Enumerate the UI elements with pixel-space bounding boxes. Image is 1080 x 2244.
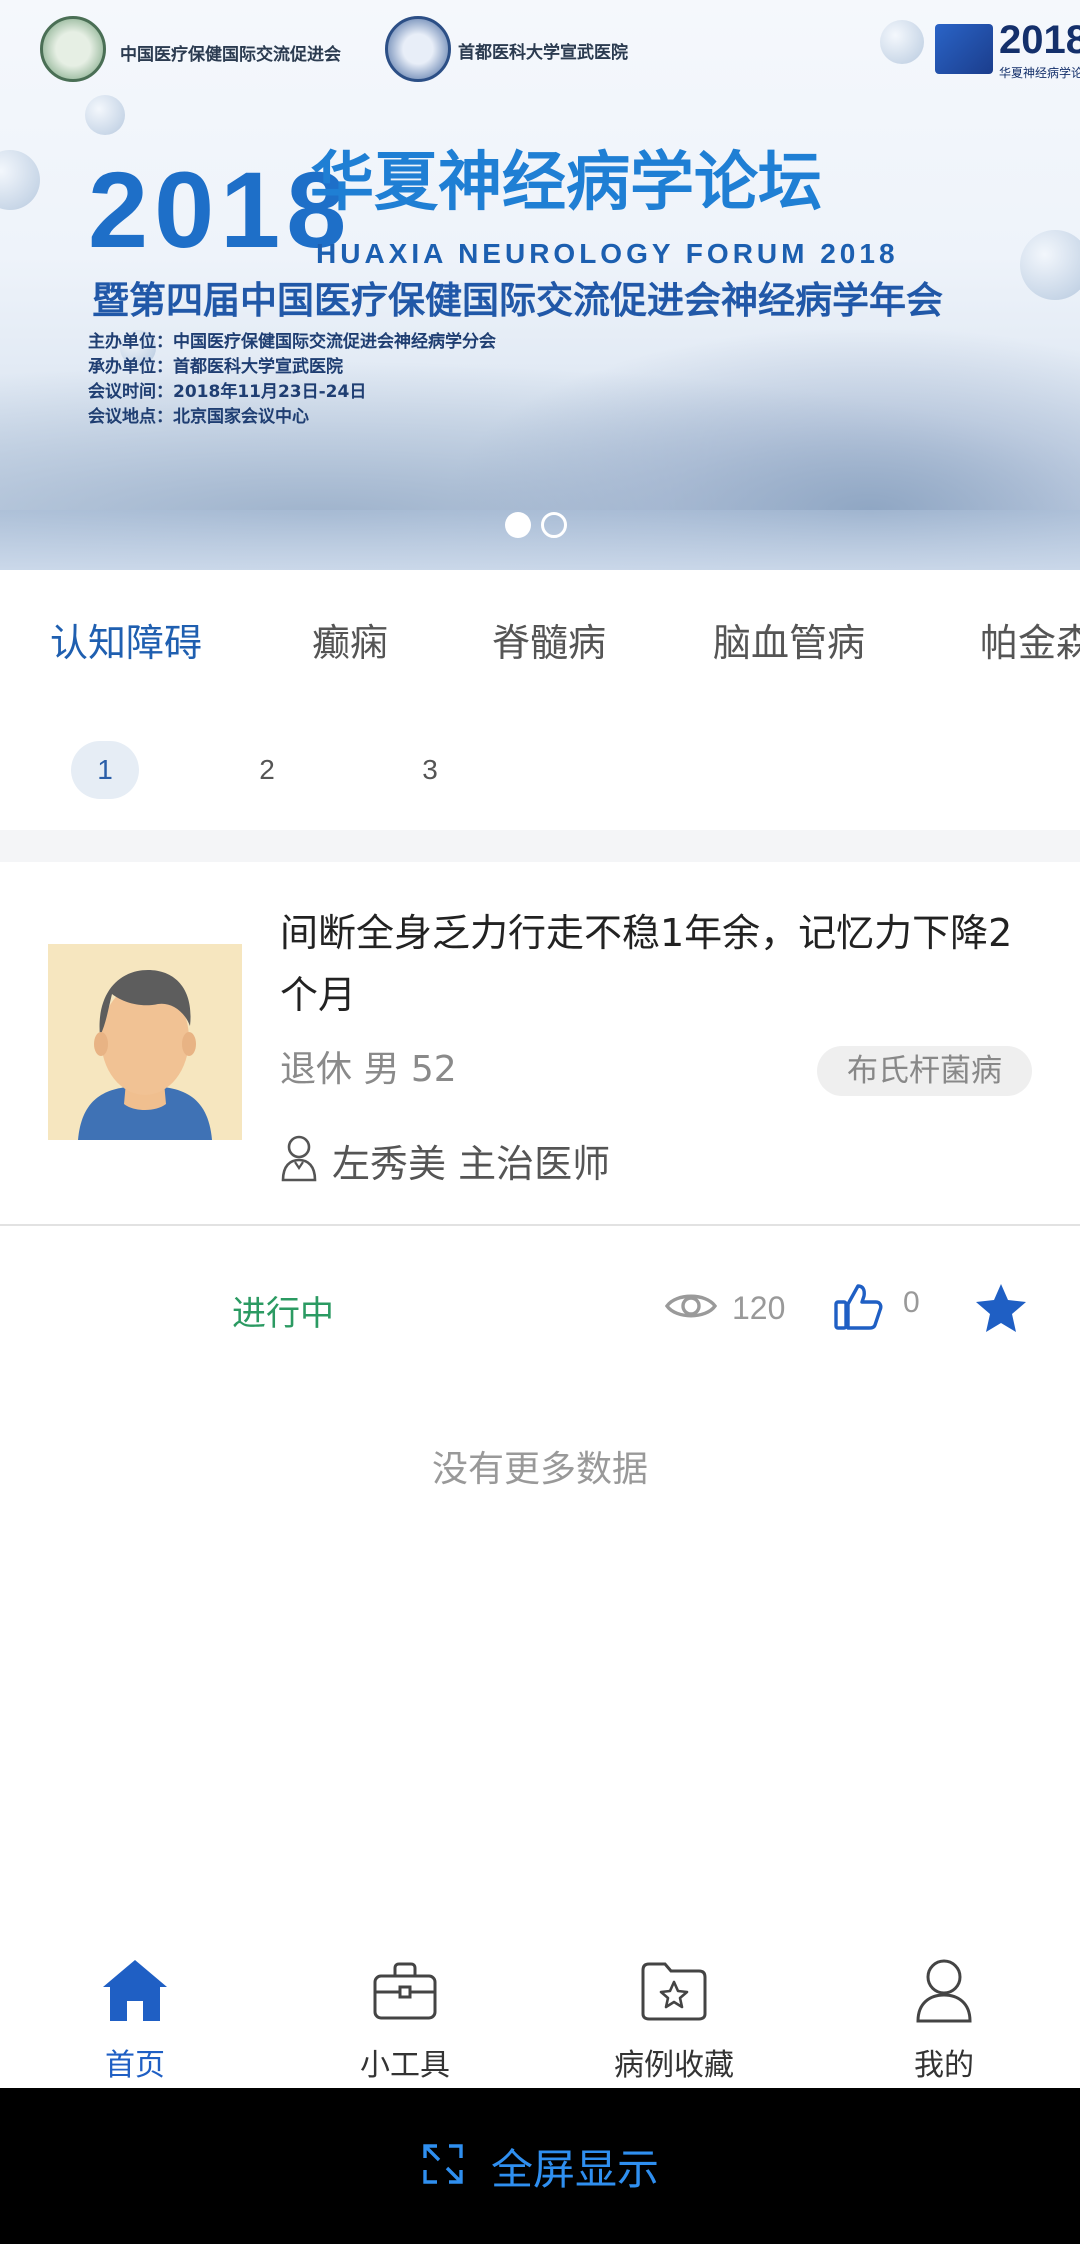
tab-favorites[interactable]: 病例收藏	[574, 1952, 774, 2084]
banner-molecule	[0, 150, 40, 210]
tab-favorites-label: 病例收藏	[614, 2048, 734, 2083]
org1-name: 中国医疗保健国际交流促进会	[120, 45, 341, 65]
tab-home-label: 首页	[105, 2048, 165, 2083]
org1-logo	[40, 16, 106, 82]
case-status-row: 进行中 120 0	[0, 1226, 1080, 1396]
pagination: 1 2 3	[0, 705, 1080, 830]
forum-logo-sub: 华夏神经病学论坛	[999, 66, 1080, 80]
org2-logo	[385, 16, 451, 82]
carousel-dot[interactable]	[541, 512, 567, 538]
category-tab-spinal[interactable]: 脊髓病	[492, 612, 606, 667]
banner-title: 华夏神经病学论坛	[310, 146, 822, 220]
forum-logo-mark	[935, 24, 993, 74]
doctor-name: 左秀美 主治医师	[332, 1141, 611, 1186]
banner-lake	[0, 510, 1080, 570]
banner-molecule	[1020, 230, 1080, 300]
banner-info-line: 主办单位：中国医疗保健国际交流促进会神经病学分会	[88, 332, 496, 352]
view-count: 120	[732, 1290, 786, 1326]
category-tab-cerebrovascular[interactable]: 脑血管病	[713, 612, 865, 667]
tab-tools-label: 小工具	[360, 2048, 450, 2083]
banner-info-line: 承办单位：首都医科大学宣武医院	[88, 357, 343, 377]
fullscreen-button[interactable]: 全屏显示	[0, 2088, 1080, 2244]
briefcase-icon	[371, 1960, 439, 2026]
category-tab-parkinson[interactable]: 帕金森	[980, 612, 1080, 667]
banner-info-line: 会议时间：2018年11月23日-24日	[88, 382, 367, 402]
banner-info: 主办单位：中国医疗保健国际交流促进会神经病学分会 承办单位：首都医科大学宣武医院…	[88, 330, 496, 430]
fullscreen-label: 全屏显示	[490, 2144, 659, 2194]
banner-molecule	[85, 95, 125, 135]
forum-corner-logo: 2018 华夏神经病学论坛	[935, 18, 1080, 88]
tab-tools[interactable]: 小工具	[305, 1952, 505, 2084]
banner-title-en: HUAXIA NEUROLOGY FORUM 2018	[316, 238, 899, 269]
no-more-data: 没有更多数据	[431, 1449, 648, 1490]
org2-name: 首都医科大学宣武医院	[458, 43, 628, 63]
case-title[interactable]: 间断全身乏力行走不稳1年余，记忆力下降2个月	[280, 902, 1040, 1026]
thumbs-up-icon[interactable]	[832, 1280, 884, 1336]
patient-meta: 退休 男 52	[280, 1049, 457, 1090]
banner-carousel[interactable]: 中国医疗保健国际交流促进会 首都医科大学宣武医院 2018 华夏神经病学论坛 2…	[0, 0, 1080, 570]
page-button-1[interactable]: 1	[71, 741, 139, 799]
tab-home[interactable]: 首页	[35, 1952, 235, 2084]
eye-icon	[664, 1288, 718, 1328]
tab-mine[interactable]: 我的	[844, 1952, 1044, 2084]
carousel-dot-active[interactable]	[505, 512, 531, 538]
category-tabs: 认知障碍 癫痫 脊髓病 脑血管病 帕金森	[0, 570, 1080, 705]
tab-mine-label: 我的	[914, 2048, 974, 2083]
banner-logo-row: 中国医疗保健国际交流促进会 首都医科大学宣武医院	[40, 16, 1080, 86]
user-icon	[914, 1957, 974, 2029]
diagnosis-tag: 布氏杆菌病	[817, 1046, 1032, 1096]
bottom-tab-bar: 首页 小工具 病例收藏 我的	[0, 1930, 1080, 2088]
doctor-info: 左秀美 主治医师	[280, 1132, 610, 1188]
section-divider	[0, 830, 1080, 862]
category-tab-epilepsy[interactable]: 癫痫	[312, 612, 388, 667]
folder-star-icon	[639, 1960, 709, 2026]
like-count: 0	[903, 1286, 920, 1319]
star-icon[interactable]	[974, 1282, 1028, 1338]
banner-subtitle: 暨第四届中国医疗保健国际交流促进会神经病学年会	[92, 279, 943, 322]
page-button-2[interactable]: 2	[233, 741, 301, 799]
patient-avatar	[48, 944, 242, 1140]
forum-logo-year: 2018	[999, 18, 1080, 62]
home-icon	[100, 1957, 170, 2029]
category-tab-cognitive[interactable]: 认知障碍	[50, 612, 202, 667]
banner-info-line: 会议地点：北京国家会议中心	[88, 407, 309, 427]
case-status: 进行中	[232, 1294, 334, 1334]
expand-icon	[421, 2142, 465, 2190]
case-card[interactable]: 间断全身乏力行走不稳1年余，记忆力下降2个月 退休 男 52 布氏杆菌病 左秀美…	[0, 862, 1080, 1226]
person-icon	[280, 1134, 318, 1186]
page-button-3[interactable]: 3	[396, 741, 464, 799]
